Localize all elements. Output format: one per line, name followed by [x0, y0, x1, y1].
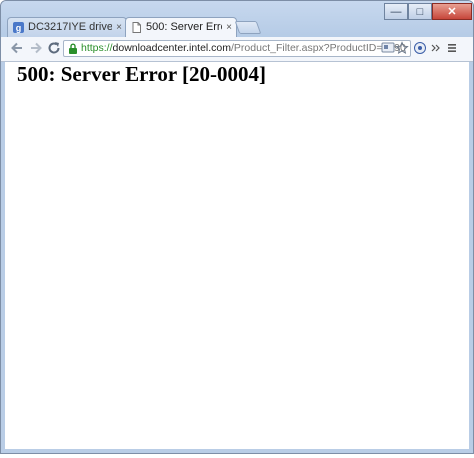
tab-server-error[interactable]: 500: Server Error [20- × — [125, 17, 237, 37]
tab-close-icon[interactable]: × — [226, 18, 232, 37]
address-bar[interactable]: https://downloadcenter.intel.com/Product… — [63, 40, 411, 57]
chevron-more-icon[interactable] — [429, 41, 443, 55]
address-url: https://downloadcenter.intel.com/Product… — [81, 41, 406, 56]
back-arrow-icon[interactable] — [9, 40, 25, 56]
menu-icon[interactable] — [445, 41, 459, 55]
tab-close-icon[interactable]: × — [116, 18, 122, 37]
minimize-button[interactable]: — — [384, 3, 408, 20]
tab-label: DC3217IYE drivers - — [28, 21, 112, 33]
page-icon — [132, 22, 141, 33]
new-tab-button[interactable] — [234, 21, 262, 34]
tab-label: 500: Server Error [20- — [146, 21, 222, 33]
browser-window: — □ ✕ g DC3217IYE drivers - × 500: Serve… — [0, 0, 474, 454]
svg-text:g: g — [16, 23, 22, 33]
title-bar: — □ ✕ g DC3217IYE drivers - × 500: Serve… — [1, 1, 473, 37]
translate-icon[interactable] — [381, 41, 395, 55]
url-host: downloadcenter.intel.com — [112, 42, 232, 54]
url-path: /Product_Filter.aspx?ProductID=3590 — [231, 42, 406, 54]
extension-icon[interactable] — [413, 41, 427, 55]
maximize-button[interactable]: □ — [408, 3, 432, 20]
toolbar: https://downloadcenter.intel.com/Product… — [1, 37, 473, 62]
bookmark-star-icon[interactable] — [395, 41, 409, 55]
url-scheme: https:// — [81, 42, 113, 54]
google-favicon-icon: g — [13, 22, 24, 33]
close-button[interactable]: ✕ — [432, 3, 472, 20]
lock-icon — [69, 43, 77, 54]
forward-arrow-icon[interactable] — [28, 40, 44, 56]
window-controls: — □ ✕ — [384, 3, 472, 22]
reload-icon[interactable] — [46, 40, 62, 56]
tab-dc3217iye-drivers[interactable]: g DC3217IYE drivers - × — [7, 17, 127, 37]
page-content: 500: Server Error [20-0004] — [5, 62, 469, 449]
page-heading: 500: Server Error [20-0004] — [17, 62, 267, 86]
